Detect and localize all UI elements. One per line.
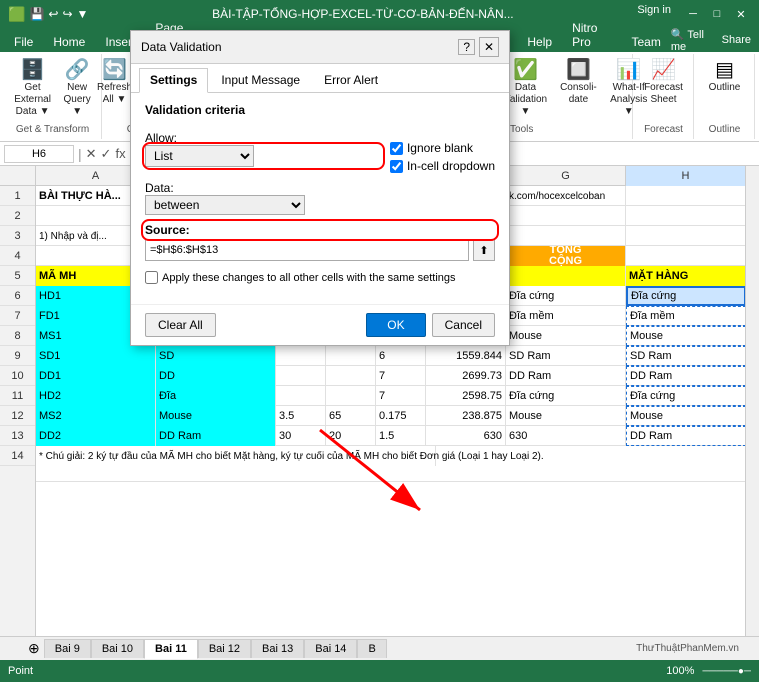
source-circle-highlight (141, 219, 499, 241)
clear-all-btn[interactable]: Clear All (145, 313, 216, 337)
allow-select-wrapper: List Any value Whole number Decimal Date… (145, 145, 382, 167)
ignore-blank-row: Ignore blank (390, 141, 495, 155)
data-row: Data: between not between equal to not e… (145, 181, 495, 215)
dialog-title-controls: ? ✕ (458, 37, 499, 57)
source-input-row: ⬆ (145, 239, 495, 261)
data-validation-dialog: Data Validation ? ✕ Settings Input Messa… (130, 30, 510, 346)
allow-select[interactable]: List Any value Whole number Decimal Date… (145, 145, 254, 167)
cancel-btn[interactable]: Cancel (432, 313, 495, 337)
allow-col: Allow: List Any value Whole number Decim… (145, 131, 382, 167)
apply-label: Apply these changes to all other cells w… (162, 272, 456, 284)
dialog-close-btn[interactable]: ✕ (479, 37, 499, 57)
dialog-action-btns: OK Cancel (366, 313, 495, 337)
apply-row: Apply these changes to all other cells w… (145, 271, 495, 284)
dialog-titlebar: Data Validation ? ✕ (131, 31, 509, 64)
apply-checkbox[interactable] (145, 271, 158, 284)
dialog-help-btn[interactable]: ? (458, 39, 475, 55)
in-cell-dropdown-label: In-cell dropdown (407, 159, 495, 173)
source-expand-btn[interactable]: ⬆ (473, 239, 495, 261)
ignore-blank-label: Ignore blank (407, 141, 473, 155)
source-label-wrapper: Source: (145, 223, 495, 237)
source-row: Source: ⬆ (145, 223, 495, 261)
allow-row: Allow: List Any value Whole number Decim… (145, 125, 495, 173)
allow-label: Allow: (145, 131, 382, 145)
data-col: Data: between not between equal to not e… (145, 181, 305, 215)
dialog-tab-input[interactable]: Input Message (210, 68, 311, 92)
source-label: Source: (145, 223, 190, 237)
dialog-footer: Clear All OK Cancel (131, 304, 509, 345)
dialog-tab-error[interactable]: Error Alert (313, 68, 389, 92)
source-input[interactable] (145, 239, 469, 261)
ok-btn[interactable]: OK (366, 313, 425, 337)
data-label: Data: (145, 181, 305, 195)
ignore-blank-checkbox[interactable] (390, 142, 403, 155)
dialog-overlay: Data Validation ? ✕ Settings Input Messa… (0, 0, 759, 682)
dialog-tab-settings[interactable]: Settings (139, 68, 208, 93)
in-cell-dropdown-row: In-cell dropdown (390, 159, 495, 173)
dialog-tabs: Settings Input Message Error Alert (131, 64, 509, 93)
data-select[interactable]: between not between equal to not equal t… (145, 195, 305, 215)
validation-criteria-label: Validation criteria (145, 103, 495, 117)
dialog-title: Data Validation (141, 40, 222, 54)
in-cell-dropdown-checkbox[interactable] (390, 160, 403, 173)
source-col: Source: ⬆ (145, 223, 495, 261)
checkboxes: Ignore blank In-cell dropdown (390, 125, 495, 173)
dialog-content: Validation criteria Allow: List Any valu… (131, 93, 509, 304)
